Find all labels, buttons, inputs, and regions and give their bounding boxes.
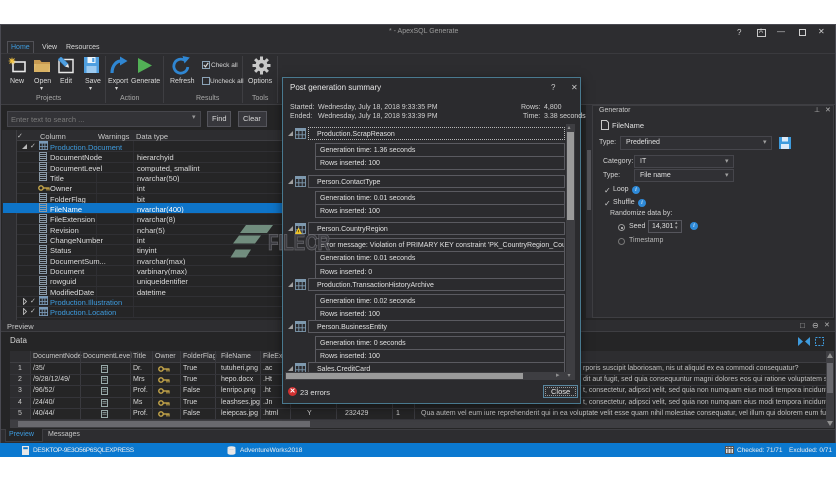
svg-text:FILECR: FILECR bbox=[268, 230, 330, 255]
